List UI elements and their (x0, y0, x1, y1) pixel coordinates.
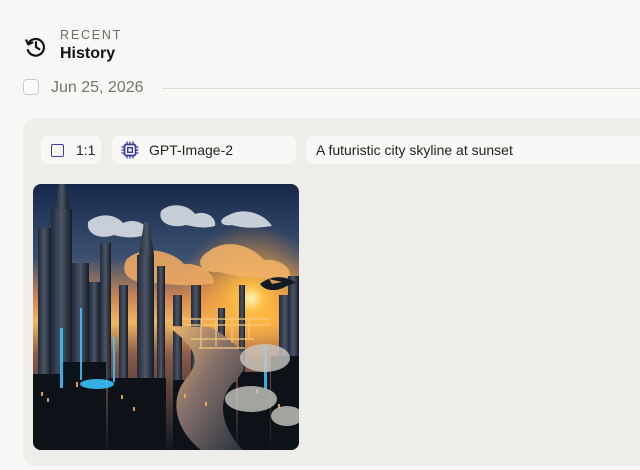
model-chip: GPT-Image-2 (112, 136, 296, 164)
model-name: GPT-Image-2 (149, 142, 234, 158)
history-header: RECENT History (24, 26, 224, 66)
generated-city-image (33, 184, 299, 450)
prompt-chip: A futuristic city skyline at sunset (306, 136, 640, 164)
date-group-checkbox[interactable] (23, 79, 39, 95)
generation-card: 1:1 GPT-Image-2 A futuristic city skylin… (23, 118, 640, 466)
aspect-ratio-chip: 1:1 (41, 136, 101, 164)
square-ratio-icon (51, 143, 64, 157)
chip-icon (121, 141, 139, 159)
date-group-row: Jun 25, 2026 (23, 78, 640, 98)
date-group-label: Jun 25, 2026 (51, 79, 144, 96)
prompt-text: A futuristic city skyline at sunset (316, 142, 513, 158)
date-divider (162, 88, 640, 89)
aspect-ratio-value: 1:1 (76, 142, 96, 158)
history-icon (25, 37, 46, 57)
recent-label: RECENT (60, 28, 123, 42)
page-title: History (60, 45, 116, 62)
generated-image[interactable] (33, 184, 299, 450)
